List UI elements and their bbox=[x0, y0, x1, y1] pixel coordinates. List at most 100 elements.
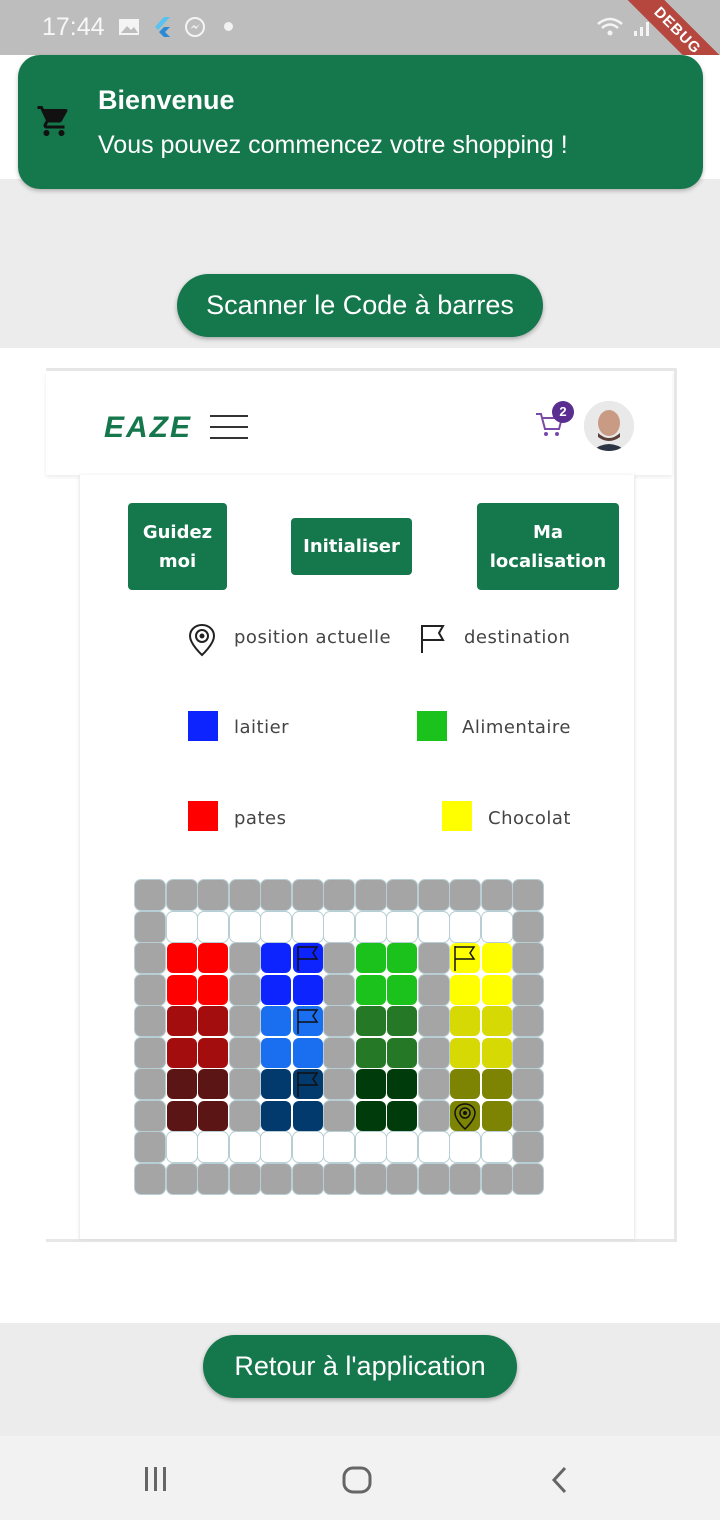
map-cell[interactable] bbox=[513, 1132, 543, 1162]
map-cell[interactable] bbox=[166, 1163, 197, 1194]
map-cell[interactable] bbox=[229, 974, 260, 1005]
map-cell[interactable] bbox=[450, 1163, 480, 1194]
map-cell[interactable] bbox=[513, 1163, 543, 1194]
map-cell[interactable] bbox=[418, 880, 449, 910]
map-cell[interactable] bbox=[198, 974, 228, 1005]
guide-me-button[interactable]: Guidez moi bbox=[128, 503, 227, 590]
map-cell[interactable] bbox=[418, 1163, 449, 1194]
map-cell[interactable] bbox=[418, 943, 449, 973]
map-cell[interactable] bbox=[481, 880, 512, 910]
map-cell[interactable] bbox=[355, 1100, 386, 1131]
map-cell[interactable] bbox=[387, 943, 417, 973]
map-cell[interactable] bbox=[481, 1100, 512, 1131]
map-cell[interactable] bbox=[418, 911, 449, 942]
avatar[interactable] bbox=[584, 401, 634, 451]
map-cell[interactable] bbox=[135, 974, 165, 1005]
map-cell[interactable] bbox=[418, 1069, 449, 1099]
map-cell[interactable] bbox=[481, 1037, 512, 1068]
map-cell[interactable] bbox=[292, 1069, 323, 1099]
map-cell[interactable] bbox=[292, 974, 323, 1005]
map-cell[interactable] bbox=[292, 1100, 323, 1131]
map-cell[interactable] bbox=[166, 1069, 197, 1099]
map-cell[interactable] bbox=[450, 1037, 480, 1068]
map-cell[interactable] bbox=[450, 1100, 480, 1131]
map-cell[interactable] bbox=[198, 1132, 228, 1162]
map-cell[interactable] bbox=[324, 911, 354, 942]
map-cell[interactable] bbox=[418, 1037, 449, 1068]
map-cell[interactable] bbox=[513, 943, 543, 973]
map-cell[interactable] bbox=[450, 1069, 480, 1099]
map-cell[interactable] bbox=[450, 911, 480, 942]
map-cell[interactable] bbox=[355, 1132, 386, 1162]
map-cell[interactable] bbox=[261, 1100, 291, 1131]
back-to-app-button[interactable]: Retour à l'application bbox=[203, 1335, 517, 1398]
map-cell[interactable] bbox=[387, 1100, 417, 1131]
map-cell[interactable] bbox=[387, 1163, 417, 1194]
map-cell[interactable] bbox=[198, 943, 228, 973]
map-cell[interactable] bbox=[355, 880, 386, 910]
map-cell[interactable] bbox=[292, 1006, 323, 1036]
map-cell[interactable] bbox=[166, 1037, 197, 1068]
map-cell[interactable] bbox=[261, 1132, 291, 1162]
map-cell[interactable] bbox=[418, 974, 449, 1005]
map-cell[interactable] bbox=[229, 1100, 260, 1131]
map-cell[interactable] bbox=[261, 943, 291, 973]
map-cell[interactable] bbox=[387, 880, 417, 910]
back-icon[interactable] bbox=[548, 1466, 570, 1494]
map-cell[interactable] bbox=[513, 880, 543, 910]
map-cell[interactable] bbox=[355, 1163, 386, 1194]
map-cell[interactable] bbox=[261, 880, 291, 910]
map-cell[interactable] bbox=[261, 974, 291, 1005]
map-cell[interactable] bbox=[481, 943, 512, 973]
map-cell[interactable] bbox=[355, 943, 386, 973]
map-cell[interactable] bbox=[387, 974, 417, 1005]
map-cell[interactable] bbox=[135, 1100, 165, 1131]
menu-icon[interactable] bbox=[210, 415, 248, 439]
map-cell[interactable] bbox=[387, 1037, 417, 1068]
map-cell[interactable] bbox=[166, 974, 197, 1005]
map-cell[interactable] bbox=[292, 943, 323, 973]
map-cell[interactable] bbox=[261, 1163, 291, 1194]
map-cell[interactable] bbox=[481, 1069, 512, 1099]
map-cell[interactable] bbox=[229, 1037, 260, 1068]
map-cell[interactable] bbox=[513, 1006, 543, 1036]
map-cell[interactable] bbox=[324, 974, 354, 1005]
map-cell[interactable] bbox=[450, 880, 480, 910]
map-cell[interactable] bbox=[450, 1006, 480, 1036]
map-cell[interactable] bbox=[166, 943, 197, 973]
home-icon[interactable] bbox=[342, 1466, 372, 1494]
eaze-logo[interactable]: EAZE bbox=[104, 411, 192, 445]
map-cell[interactable] bbox=[229, 943, 260, 973]
map-cell[interactable] bbox=[166, 911, 197, 942]
map-cell[interactable] bbox=[481, 1163, 512, 1194]
map-cell[interactable] bbox=[355, 1069, 386, 1099]
map-cell[interactable] bbox=[198, 1006, 228, 1036]
initialize-button[interactable]: Initialiser bbox=[291, 518, 412, 575]
map-cell[interactable] bbox=[166, 1006, 197, 1036]
map-cell[interactable] bbox=[135, 1037, 165, 1068]
map-cell[interactable] bbox=[418, 1100, 449, 1131]
map-cell[interactable] bbox=[324, 1163, 354, 1194]
map-cell[interactable] bbox=[135, 943, 165, 973]
map-cell[interactable] bbox=[198, 1069, 228, 1099]
map-cell[interactable] bbox=[198, 880, 228, 910]
map-cell[interactable] bbox=[481, 1006, 512, 1036]
map-cell[interactable] bbox=[229, 1069, 260, 1099]
map-cell[interactable] bbox=[198, 911, 228, 942]
recent-apps-icon[interactable] bbox=[142, 1466, 170, 1492]
map-cell[interactable] bbox=[135, 911, 165, 942]
map-cell[interactable] bbox=[166, 1100, 197, 1131]
map-cell[interactable] bbox=[198, 1163, 228, 1194]
map-cell[interactable] bbox=[229, 1006, 260, 1036]
map-cell[interactable] bbox=[229, 1132, 260, 1162]
map-cell[interactable] bbox=[198, 1100, 228, 1131]
map-cell[interactable] bbox=[135, 1132, 165, 1162]
map-cell[interactable] bbox=[292, 911, 323, 942]
map-cell[interactable] bbox=[355, 974, 386, 1005]
map-cell[interactable] bbox=[292, 1037, 323, 1068]
map-cell[interactable] bbox=[261, 1037, 291, 1068]
map-cell[interactable] bbox=[387, 1069, 417, 1099]
map-cell[interactable] bbox=[135, 1006, 165, 1036]
map-cell[interactable] bbox=[387, 1132, 417, 1162]
map-cell[interactable] bbox=[135, 1069, 165, 1099]
